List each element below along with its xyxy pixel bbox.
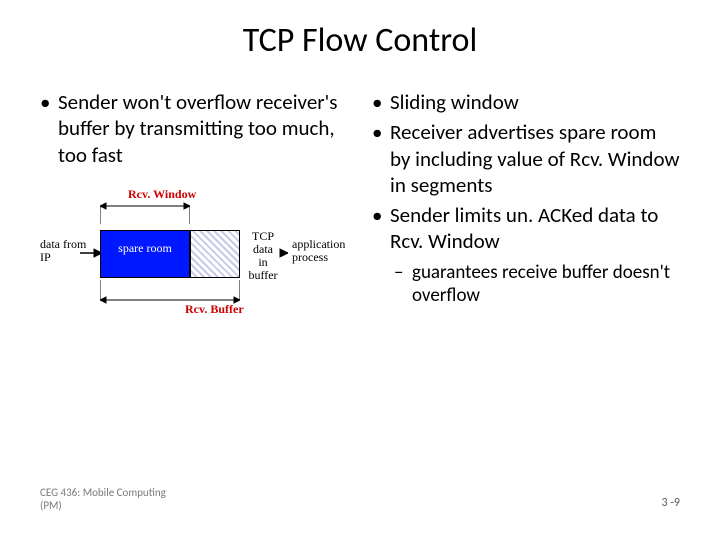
arrow-out-icon (240, 248, 288, 258)
page-title: TCP Flow Control (40, 20, 680, 61)
right-sub-1: guarantees receive buffer doesn't overfl… (372, 261, 680, 309)
rcvwindow-label: Rcv. Window (128, 187, 196, 202)
slide: TCP Flow Control Sender won't overflow r… (0, 0, 720, 540)
right-bullet-1: Sliding window (372, 89, 680, 115)
right-sub-bullets: guarantees receive buffer doesn't overfl… (372, 261, 680, 309)
right-column: Sliding window Receiver advertises spare… (372, 89, 680, 340)
left-bullets: Sender won't overflow receiver's buffer … (40, 89, 348, 168)
content-columns: Sender won't overflow receiver's buffer … (40, 89, 680, 340)
app-process-label: application process (292, 238, 345, 264)
arrow-in-icon (80, 248, 102, 258)
right-bullet-2: Receiver advertises spare room by includ… (372, 119, 680, 198)
footer-right: 3 -9 (661, 496, 680, 510)
rcvbuffer-label: Rcv. Buffer (185, 302, 244, 317)
footer-left: CEG 436: Mobile Computing (PM) (40, 486, 166, 512)
right-bullet-3: Sender limits un. ACKed data to Rcv. Win… (372, 202, 680, 255)
app-process-text: application process (292, 237, 345, 264)
spare-room-box: spare room (100, 230, 190, 278)
footer-left-text: CEG 436: Mobile Computing (PM) (40, 486, 166, 512)
rcvwindow-bracket (100, 200, 190, 224)
left-column: Sender won't overflow receiver's buffer … (40, 89, 348, 340)
buffer-diagram: Rcv. Window data from IP spare room TCP … (40, 190, 340, 340)
tcp-data-box (190, 230, 240, 278)
right-bullets: Sliding window Receiver advertises spare… (372, 89, 680, 255)
left-bullet-1: Sender won't overflow receiver's buffer … (40, 89, 348, 168)
spare-room-text: spare room (118, 241, 172, 255)
